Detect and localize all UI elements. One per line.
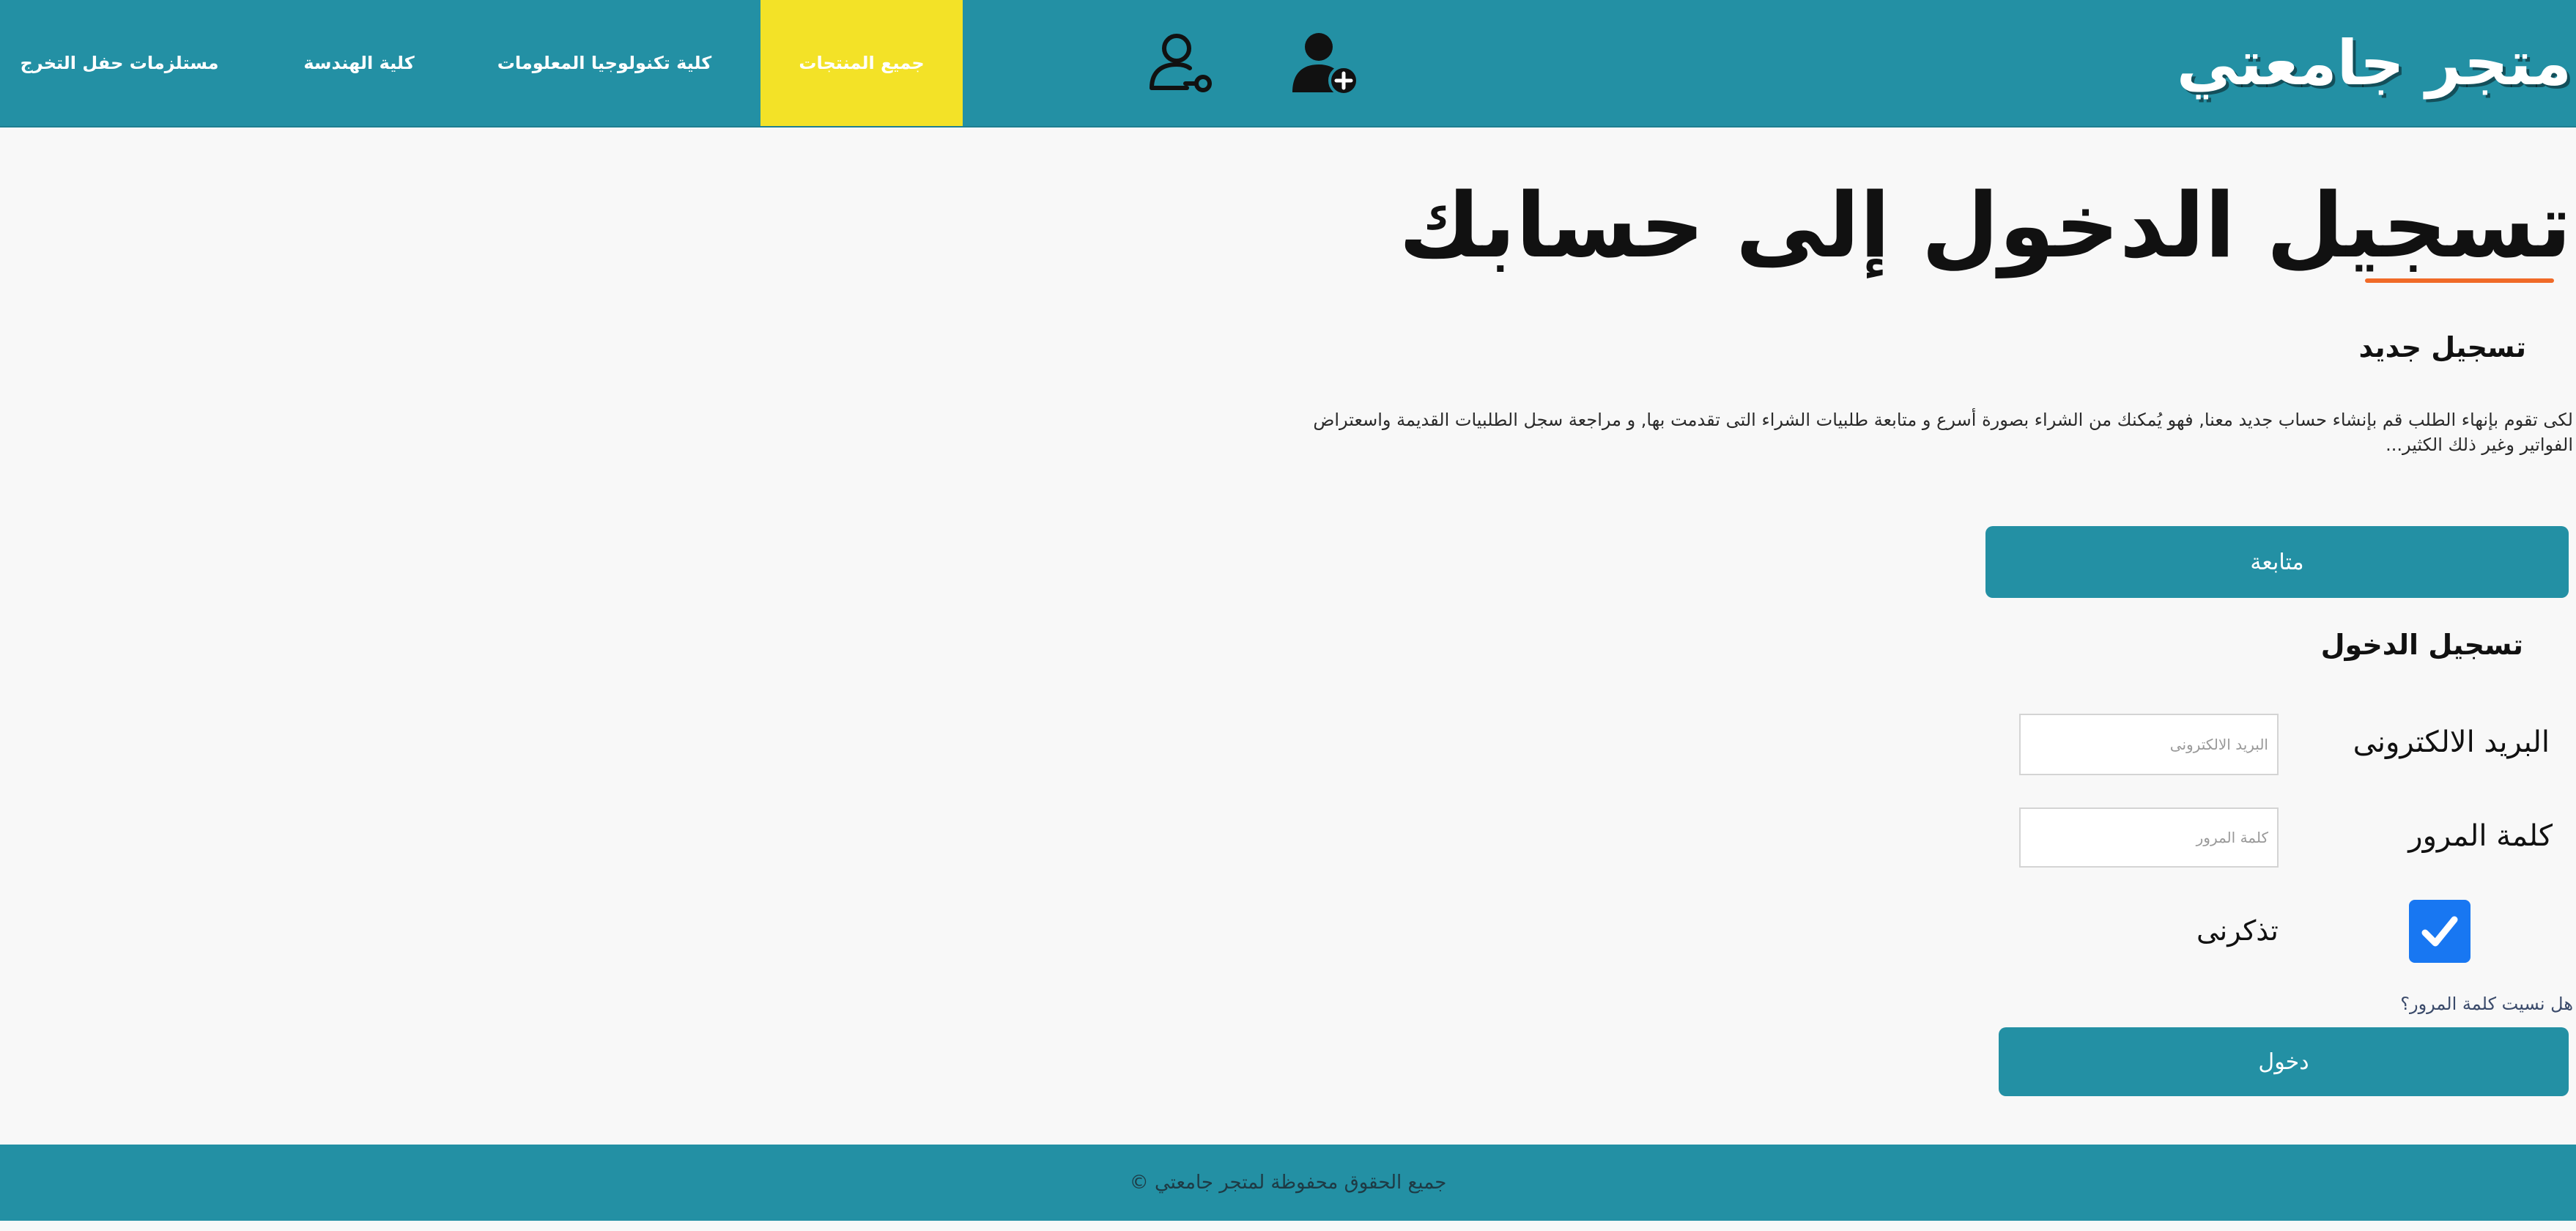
brand-logo-text[interactable]: متجر جامعتي (2177, 13, 2572, 113)
top-navbar: مستلزمات حفل التخرج كلية الهندسة كلية تك… (0, 0, 2576, 127)
password-label: كلمة المرور (2408, 819, 2553, 853)
nav-graduation-supplies[interactable]: مستلزمات حفل التخرج (0, 0, 239, 126)
footer: جميع الحقوق محفوظة لمتجر جامعتي © (0, 1145, 2576, 1221)
title-underline (2365, 278, 2554, 283)
user-key-icon[interactable] (1144, 26, 1218, 100)
email-label: البريد الالكترونى (2353, 725, 2550, 759)
login-section-title: تسجيل الدخول (2320, 629, 2523, 661)
register-description: لكى تقوم بإنهاء الطلب قم بإنشاء حساب جدي… (1313, 410, 2573, 455)
email-field[interactable] (2019, 714, 2279, 775)
remember-me-label[interactable]: تذكرنى (2196, 914, 2279, 947)
register-section-title: تسجيل جديد (2358, 331, 2526, 363)
forgot-password-link[interactable]: هل نسيت كلمة المرور؟ (2400, 994, 2573, 1014)
continue-button[interactable]: متابعة (1985, 526, 2569, 598)
nav-engineering-college[interactable]: كلية الهندسة (264, 0, 454, 126)
footer-copyright: جميع الحقوق محفوظة لمتجر جامعتي © (1129, 1172, 1447, 1194)
add-user-icon[interactable] (1288, 26, 1361, 100)
password-field[interactable] (2019, 807, 2279, 868)
page-title: تسجيل الدخول إلى حسابك (1399, 174, 2572, 278)
nav-all-products[interactable]: جميع المنتجات (760, 0, 963, 126)
checkmark-icon (2421, 916, 2458, 947)
nav-it-college[interactable]: كلية تكنولوجيا المعلومات (478, 0, 731, 126)
login-submit-button[interactable]: دخول (1999, 1027, 2569, 1096)
page: مستلزمات حفل التخرج كلية الهندسة كلية تك… (0, 0, 2576, 1231)
remember-me-checkbox[interactable] (2409, 900, 2470, 963)
